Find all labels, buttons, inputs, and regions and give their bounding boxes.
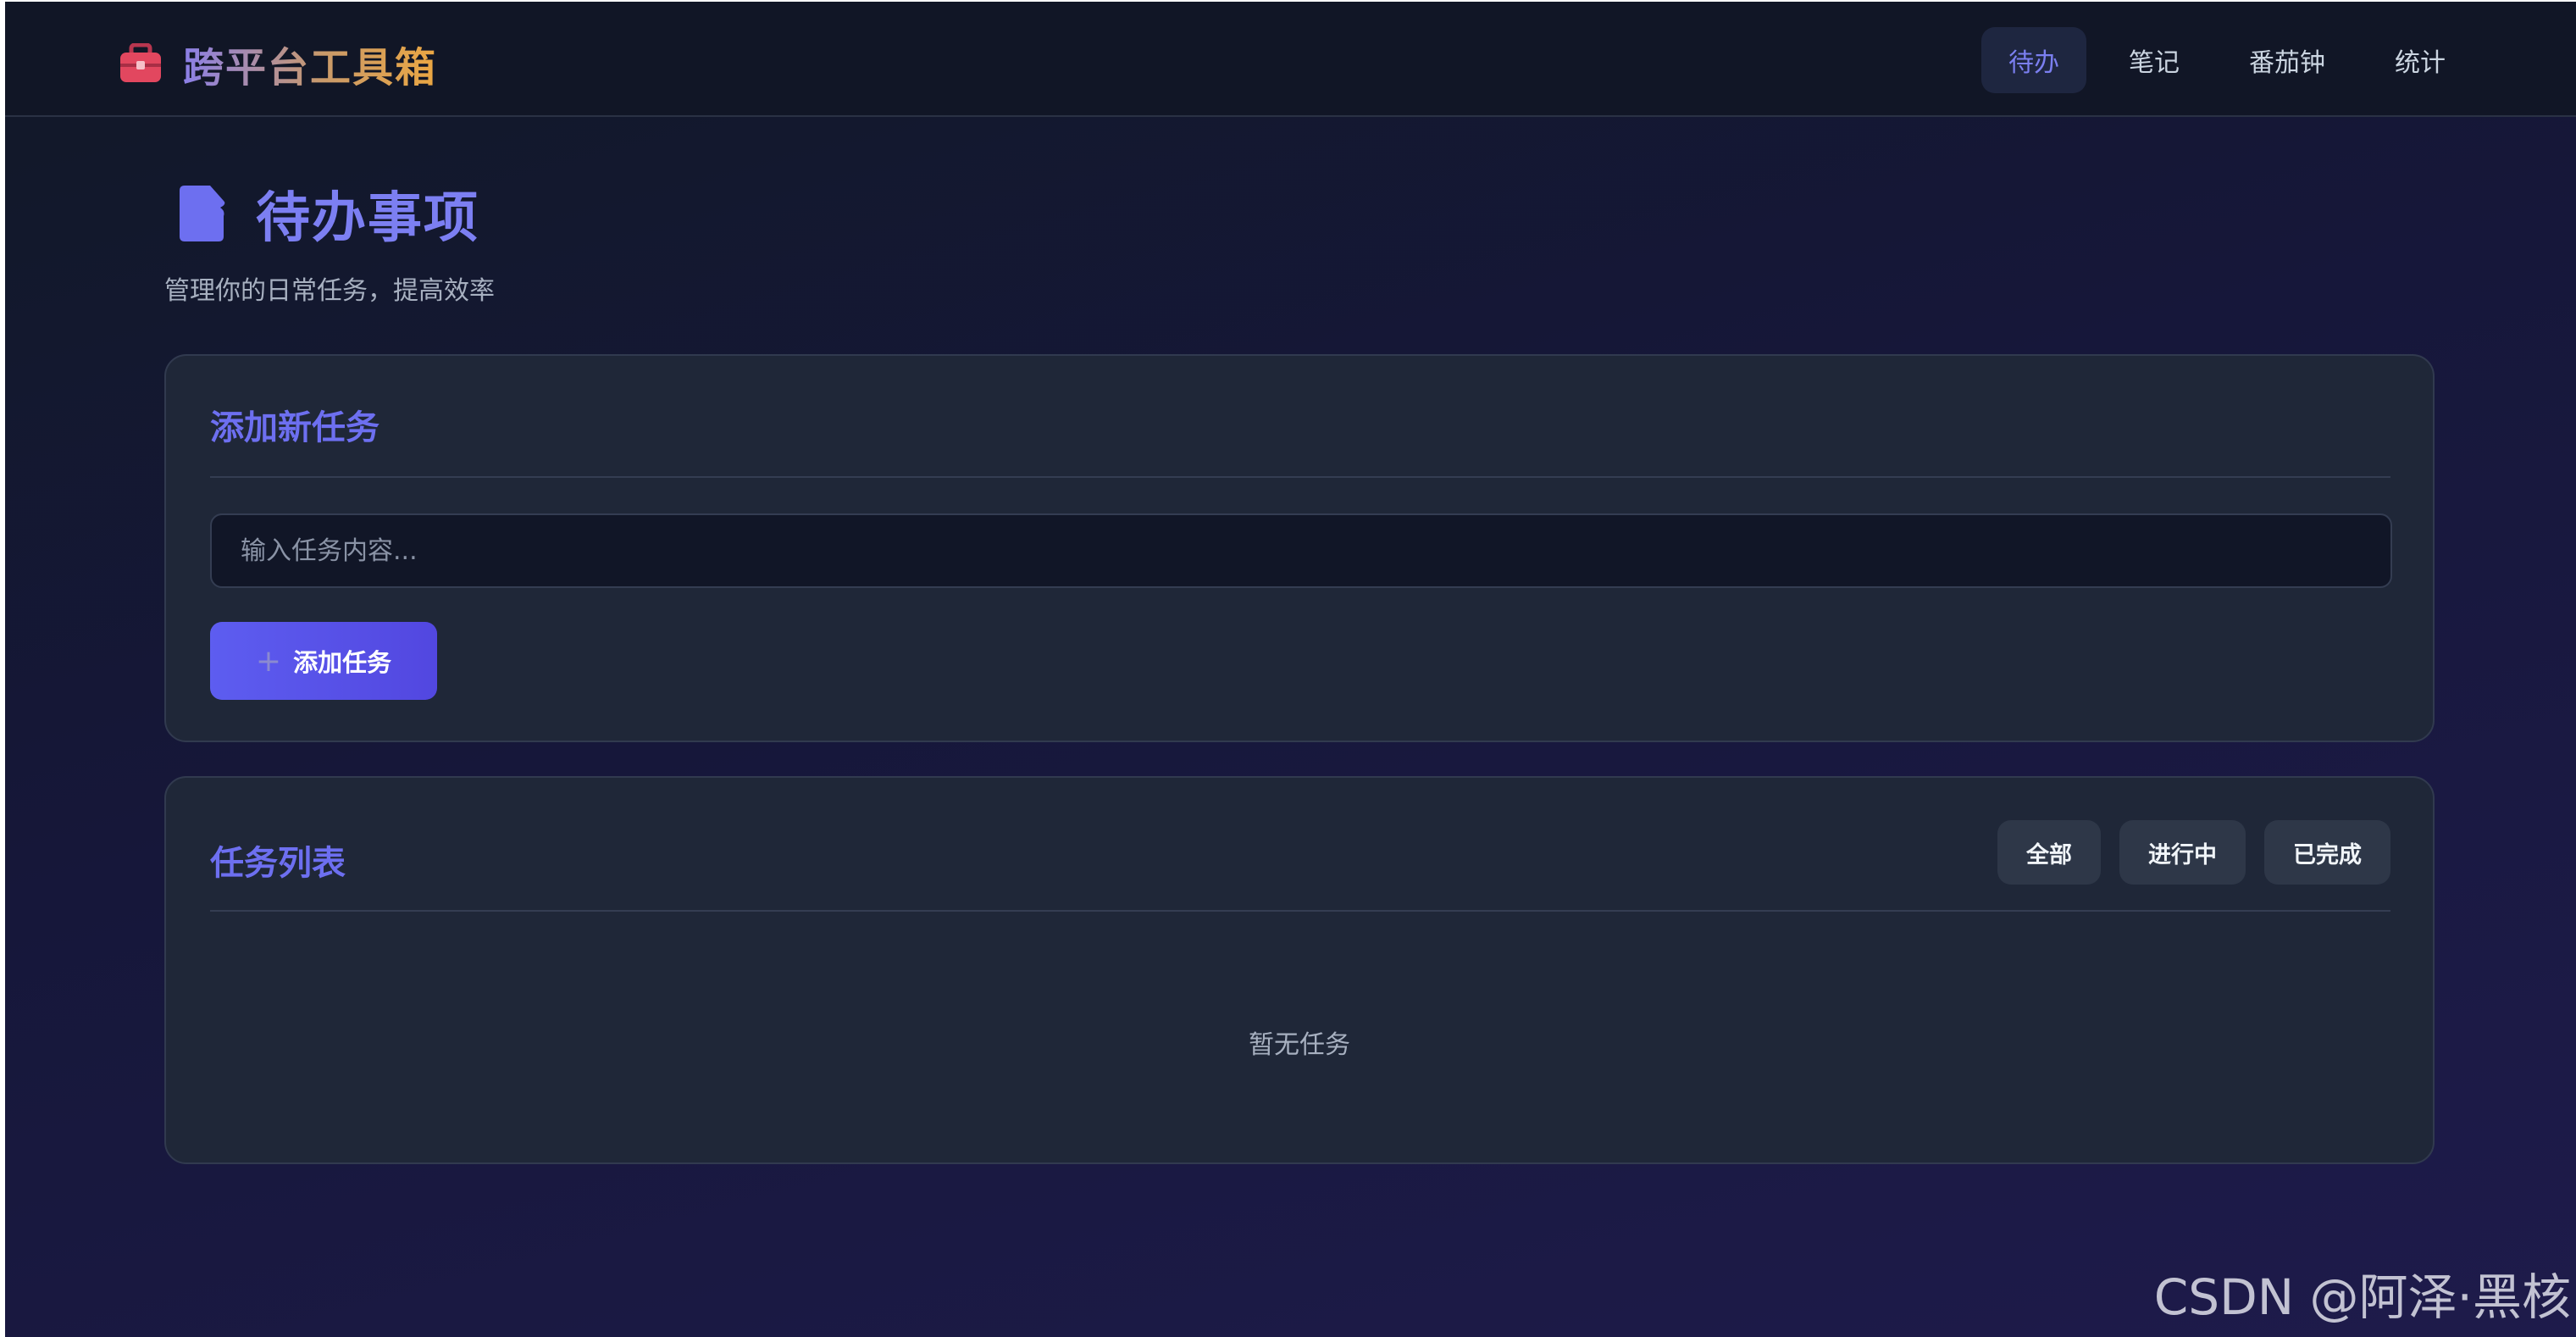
nav-item-notes[interactable]: 笔记 [2102,27,2207,93]
app-window: 跨平台工具箱 待办 笔记 番茄钟 统计 待办事项 管理你的日常任务，提高效率 添… [5,2,2576,1337]
filter-all-button[interactable]: 全部 [1997,820,2101,885]
add-task-title: 添加新任务 [210,408,379,447]
brand[interactable]: 跨平台工具箱 [119,34,437,93]
toolbox-icon [119,42,163,84]
page-subtitle: 管理你的日常任务，提高效率 [164,276,495,306]
main-nav: 待办 笔记 番茄钟 统计 [1981,27,2473,93]
add-task-button[interactable]: + 添加任务 [210,622,437,700]
document-icon [178,186,227,241]
filter-completed-button[interactable]: 已完成 [2264,820,2390,885]
plus-icon: + [255,643,282,679]
task-list-title: 任务列表 [210,844,346,883]
top-navbar: 跨平台工具箱 待办 笔记 番茄钟 统计 [5,2,2576,117]
empty-state-text: 暂无任务 [1249,1030,1350,1060]
watermark: CSDN @阿泽·黑核 [2153,1268,2571,1326]
nav-item-pomodoro[interactable]: 番茄钟 [2222,27,2352,93]
nav-item-todo[interactable]: 待办 [1981,27,2086,93]
divider [210,910,2390,912]
filter-group: 全部 进行中 已完成 [1997,820,2390,885]
task-input[interactable] [210,513,2392,588]
add-task-card: 添加新任务 + 添加任务 [164,354,2435,742]
add-task-button-label: 添加任务 [293,648,392,677]
filter-active-button[interactable]: 进行中 [2119,820,2246,885]
app-title: 跨平台工具箱 [183,34,437,93]
page-title-row: 待办事项 [164,178,479,250]
page-header: 待办事项 [164,178,479,250]
task-list-card: 任务列表 全部 进行中 已完成 暂无任务 [164,776,2435,1164]
nav-item-stats[interactable]: 统计 [2368,27,2473,93]
page-title: 待办事项 [256,187,479,250]
divider [210,476,2390,478]
